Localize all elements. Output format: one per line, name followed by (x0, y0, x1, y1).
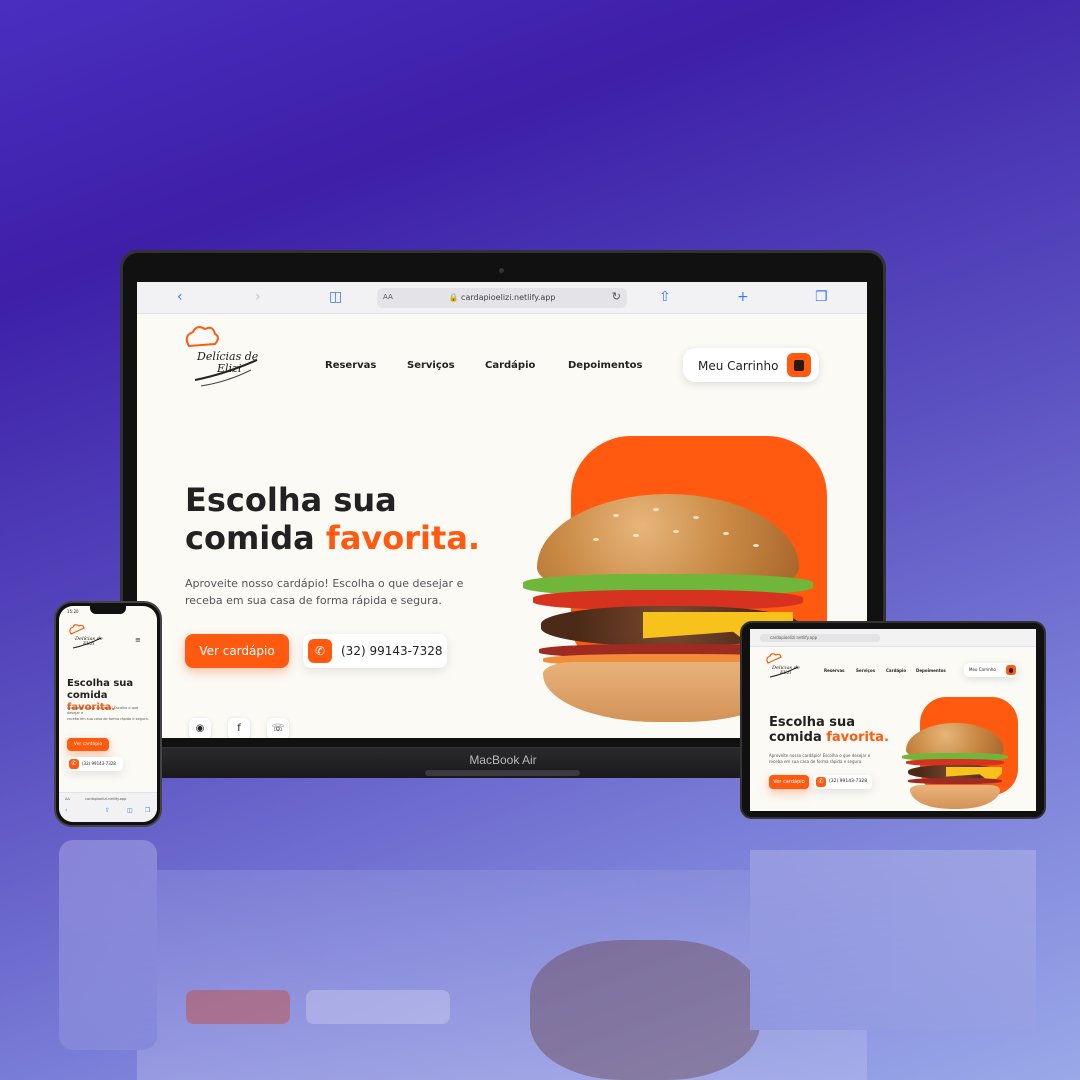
share-icon[interactable]: ⇧ (659, 289, 671, 305)
phone-ver-cardapio-button[interactable]: Ver cardápio (67, 738, 109, 751)
phone-hero-subtitle: Aproveite nosso cardápio! Escolha o que … (67, 706, 149, 721)
hero-title-line1: Escolha sua (185, 481, 397, 519)
address-bar[interactable]: AA 🔒 cardapioelizi.netlify.app ↻ (377, 288, 627, 308)
hero-subtitle-line1: Aproveite nosso cardápio! Escolha o que … (185, 577, 464, 590)
floor-reflection (0, 830, 1080, 1080)
nav-reservas[interactable]: Reservas (325, 360, 376, 371)
phone-book-icon[interactable]: ◫ (127, 807, 133, 814)
svg-text:Elizi: Elizi (82, 641, 94, 647)
url-value: cardapioelizi.netlify.app (461, 293, 556, 302)
phone-number: (32) 99143-7328 (341, 644, 443, 658)
tabs-icon[interactable]: ❐ (815, 289, 828, 305)
lock-icon: 🔒 (448, 293, 459, 302)
chevron-right-icon[interactable]: › (255, 289, 261, 305)
ver-cardapio-button[interactable]: Ver cardápio (185, 634, 289, 668)
svg-text:Elizi: Elizi (779, 670, 791, 676)
tablet-nav-reservas[interactable]: Reservas (824, 668, 845, 673)
logo[interactable]: Delícias de Elizi (181, 324, 271, 394)
tablet-hero-subtitle: Aproveite nosso cardápio! Escolha o que … (769, 753, 871, 764)
device-mockup-scene: ‹ › ◫ AA 🔒 cardapioelizi.netlify.app ↻ ⇧… (0, 0, 1080, 1080)
tablet-cart-button[interactable]: Meu Carrinho (964, 663, 1018, 677)
phone-call-number: (32) 99143-7328 (82, 761, 116, 766)
phone-browser-bar: AA cardapioelizi.netlify.app ‹ ⇧ ◫ ❐ (59, 792, 157, 822)
hero-title-highlight: favorita. (325, 518, 481, 557)
hero-title: Escolha sua comida favorita. (185, 481, 481, 558)
tablet-address-bar[interactable]: cardapioelizi.netlify.app (760, 634, 880, 642)
hero-subtitle: Aproveite nosso cardápio! Escolha o que … (185, 576, 463, 609)
tablet-shopping-bag-icon (1006, 665, 1016, 675)
plus-icon[interactable]: + (737, 289, 749, 305)
phone-back-icon[interactable]: ‹ (65, 807, 67, 814)
reload-icon[interactable]: ↻ (612, 290, 621, 303)
phone-logo-icon: Delícias de Elizi (69, 624, 103, 649)
cart-label: Meu Carrinho (698, 359, 779, 373)
tablet-phone-icon: ✆ (816, 777, 826, 787)
tablet-cart-label: Meu Carrinho (969, 667, 996, 672)
phone-share-icon[interactable]: ⇧ (105, 807, 110, 814)
tablet-website: cardapioelizi.netlify.app Delícias de El… (750, 629, 1036, 811)
phone-website: 15:20 Delícias de Elizi ≡ Escolha sua co… (59, 606, 157, 822)
nav-cardapio[interactable]: Cardápio (485, 360, 535, 371)
nav-servicos[interactable]: Serviços (407, 360, 455, 371)
laptop-camera (499, 268, 504, 273)
whatsapp-icon[interactable]: ☏ (267, 718, 289, 738)
browser-toolbar: ‹ › ◫ AA 🔒 cardapioelizi.netlify.app ↻ ⇧… (137, 282, 867, 314)
phone-tabs-icon[interactable]: ❐ (145, 807, 150, 814)
tablet-phone-number: (32) 99143-7328 (829, 779, 868, 784)
tablet-burger-image (902, 723, 1008, 811)
tablet-phone-button[interactable]: ✆ (32) 99143-7328 (814, 775, 872, 789)
phone-notch (90, 606, 126, 614)
hero-subtitle-line2: receba em sua casa de forma rápida e seg… (185, 593, 442, 607)
chevron-left-icon[interactable]: ‹ (177, 289, 183, 305)
phone-icon: ✆ (308, 639, 332, 663)
hero-title-line2: comida (185, 518, 326, 557)
svg-text:Elizi: Elizi (216, 362, 241, 375)
book-icon[interactable]: ◫ (329, 289, 342, 305)
hamburger-menu-icon[interactable]: ≡ (135, 636, 141, 644)
nav-depoimentos[interactable]: Depoimentos (568, 360, 642, 371)
tablet-logo-icon: Delícias de Elizi (766, 653, 800, 678)
chef-hat-logo-icon: Delícias de Elizi (185, 326, 259, 387)
facebook-icon[interactable]: f (228, 718, 250, 738)
laptop-hinge (425, 770, 580, 776)
phone-aa-button[interactable]: AA (65, 797, 70, 801)
tablet-hero-title: Escolha sua comida favorita. (769, 715, 889, 746)
phone-call-icon: ✆ (69, 759, 79, 769)
tablet-nav-servicos[interactable]: Serviços (856, 668, 875, 673)
shopping-bag-icon (787, 353, 811, 377)
phone-status-time: 15:20 (67, 609, 79, 614)
phone-call-button[interactable]: ✆ (32) 99143-7328 (67, 757, 123, 771)
phone-url[interactable]: cardapioelizi.netlify.app (85, 797, 126, 801)
phone-button[interactable]: ✆ (32) 99143-7328 (303, 634, 447, 668)
tablet-browser-bar: cardapioelizi.netlify.app (750, 629, 1036, 647)
instagram-icon[interactable]: ◉ (189, 718, 211, 738)
tablet-nav-depoimentos[interactable]: Depoimentos (916, 668, 946, 673)
tablet-nav-cardapio[interactable]: Cardápio (886, 668, 906, 673)
tablet-ver-cardapio-button[interactable]: Ver cardápio (769, 775, 809, 789)
url-text: 🔒 cardapioelizi.netlify.app (377, 293, 627, 302)
cart-button[interactable]: Meu Carrinho (683, 348, 819, 382)
